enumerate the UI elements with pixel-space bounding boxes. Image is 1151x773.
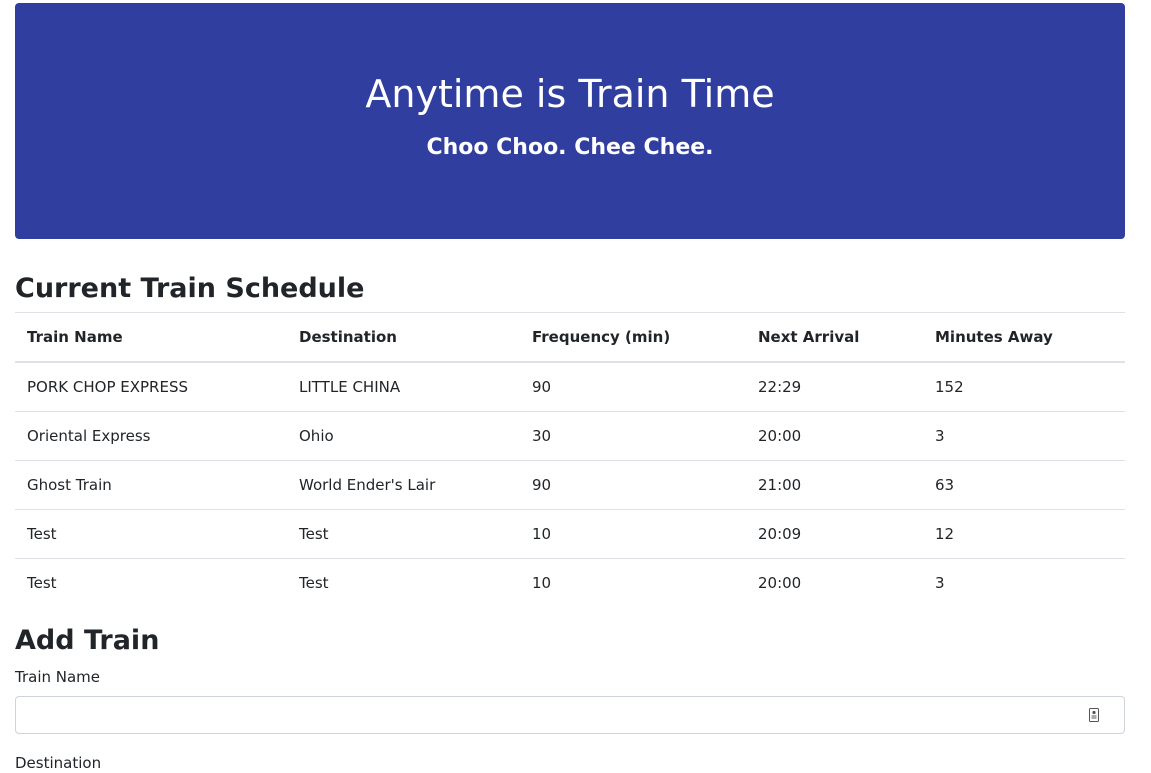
cell-train-name: Test xyxy=(27,574,57,592)
cell-next-arrival: 20:09 xyxy=(746,509,923,559)
cell-next-arrival: 22:29 xyxy=(746,362,923,412)
schedule-heading: Current Train Schedule xyxy=(15,273,365,304)
schedule-table: Train Name Destination Frequency (min) N… xyxy=(15,312,1125,607)
cell-next-arrival: 21:00 xyxy=(746,460,923,510)
cell-frequency: 30 xyxy=(520,411,746,461)
cell-frequency: 90 xyxy=(520,362,746,412)
cell-next-arrival: 20:00 xyxy=(758,574,802,592)
header-banner: Anytime is Train Time Choo Choo. Chee Ch… xyxy=(15,3,1125,239)
cell-destination: Test xyxy=(287,509,520,559)
column-header-train-name: Train Name xyxy=(15,312,287,363)
cell-destination: Ohio xyxy=(287,411,520,461)
cell-train-name: Oriental Express xyxy=(15,411,287,461)
cell-destination: LITTLE CHINA xyxy=(287,362,520,412)
train-name-input[interactable] xyxy=(26,697,1080,733)
cell-frequency: 90 xyxy=(520,460,746,510)
train-name-field[interactable] xyxy=(15,696,1125,734)
cell-minutes-away: 3 xyxy=(923,411,1125,461)
table-row: Test Test 10 20:09 12 xyxy=(15,509,1125,559)
destination-label: Destination xyxy=(15,754,102,772)
column-header-next-arrival: Next Arrival xyxy=(746,312,923,363)
table-row: Ghost Train World Ender's Lair 90 21:00 … xyxy=(15,460,1125,510)
cell-train-name: Ghost Train xyxy=(15,460,287,510)
cell-destination: World Ender's Lair xyxy=(287,460,520,510)
add-train-heading: Add Train xyxy=(15,625,160,656)
cell-next-arrival: 20:00 xyxy=(746,411,923,461)
contact-card-icon[interactable] xyxy=(1089,708,1099,722)
cell-train-name: PORK CHOP EXPRESS xyxy=(15,362,287,412)
table-row: Test Test 10 20:00 3 xyxy=(15,559,1125,608)
column-header-minutes-away: Minutes Away xyxy=(923,312,1125,363)
cell-frequency: 10 xyxy=(532,574,552,592)
cell-minutes-away: 12 xyxy=(923,509,1125,559)
table-row: PORK CHOP EXPRESS LITTLE CHINA 90 22:29 … xyxy=(15,362,1125,412)
column-header-frequency: Frequency (min) xyxy=(520,312,746,363)
page-subtitle: Choo Choo. Chee Chee. xyxy=(426,135,714,160)
cell-minutes-away: 63 xyxy=(923,460,1125,510)
train-name-label: Train Name xyxy=(15,668,101,686)
cell-minutes-away: 152 xyxy=(923,362,1125,412)
cell-frequency: 10 xyxy=(520,509,746,559)
cell-train-name: Test xyxy=(15,509,287,559)
cell-destination: Test xyxy=(299,574,329,592)
table-row: Oriental Express Ohio 30 20:00 3 xyxy=(15,411,1125,461)
column-header-destination: Destination xyxy=(287,312,520,363)
page-title: Anytime is Train Time xyxy=(365,72,775,116)
cell-minutes-away: 3 xyxy=(935,574,945,592)
table-header-row: Train Name Destination Frequency (min) N… xyxy=(15,312,1125,363)
